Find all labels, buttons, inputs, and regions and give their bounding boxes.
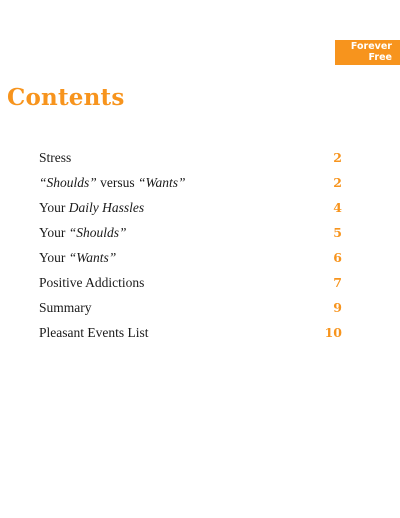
page-title: Contents xyxy=(7,84,125,111)
toc-entry-title: Stress xyxy=(39,150,71,165)
toc-entry-page-number: 4 xyxy=(333,200,342,215)
toc-entry-title-part: versus xyxy=(96,175,139,190)
toc-entry-title: Positive Addictions xyxy=(39,275,144,290)
toc-entry-title: Your “Shoulds” xyxy=(39,225,127,240)
toc-entry-page-number: 6 xyxy=(333,250,342,265)
toc-entry-title-part: Pleasant Events List xyxy=(39,325,149,340)
toc-entry-title-part: “Shoulds” xyxy=(68,225,127,240)
toc-entry-title-part: “Shoulds” xyxy=(39,175,97,190)
toc-entry-page-number: 2 xyxy=(333,150,342,165)
toc-entry-title-part: Stress xyxy=(39,150,72,165)
toc-entry[interactable]: Your “Shoulds” 5 xyxy=(39,220,342,245)
toc-entry[interactable]: “Shoulds” versus “Wants” 2 xyxy=(39,170,342,195)
toc-entry[interactable]: Your “Wants” 6 xyxy=(39,245,342,270)
toc-entry-page-number: 10 xyxy=(324,325,342,340)
toc-entry-page-number: 7 xyxy=(333,275,342,290)
toc-entry-page-number: 9 xyxy=(333,300,342,315)
toc-entry-title: Your “Wants” xyxy=(39,250,116,265)
table-of-contents: Stress 2 “Shoulds” versus “Wants” 2 Your Dai… xyxy=(39,145,342,345)
toc-entry[interactable]: Summary 9 xyxy=(39,295,342,320)
toc-entry[interactable]: Stress 2 xyxy=(39,145,342,170)
brand-line-2: Free xyxy=(368,51,392,63)
toc-entry-title-part: Daily Hassles xyxy=(68,200,145,215)
toc-entry[interactable]: Your Daily Hassles 4 xyxy=(39,195,342,220)
brand-line-1: Forever xyxy=(350,41,392,52)
toc-entry-title-part: “Wants” xyxy=(138,175,186,190)
toc-entry-page-number: 5 xyxy=(333,225,342,240)
toc-entry-title-part: Your xyxy=(39,200,69,215)
toc-entry-title: Pleasant Events List xyxy=(39,325,148,340)
toc-entry-title-part: “Wants” xyxy=(68,250,117,265)
toc-entry-title-part: Positive Addictions xyxy=(39,275,145,290)
toc-entry-title-part: Summary xyxy=(39,300,92,315)
brand-badge: Forever Free xyxy=(335,40,400,65)
toc-entry[interactable]: Pleasant Events List 10 xyxy=(39,320,342,345)
toc-entry-title-part: Your xyxy=(39,225,69,240)
toc-entry-title: “Shoulds” versus “Wants” xyxy=(39,175,186,190)
toc-entry-title: Your Daily Hassles xyxy=(39,200,144,215)
toc-entry[interactable]: Positive Addictions 7 xyxy=(39,270,342,295)
toc-entry-page-number: 2 xyxy=(333,175,342,190)
toc-entry-title-part: Your xyxy=(39,250,69,265)
toc-entry-title: Summary xyxy=(39,300,92,315)
